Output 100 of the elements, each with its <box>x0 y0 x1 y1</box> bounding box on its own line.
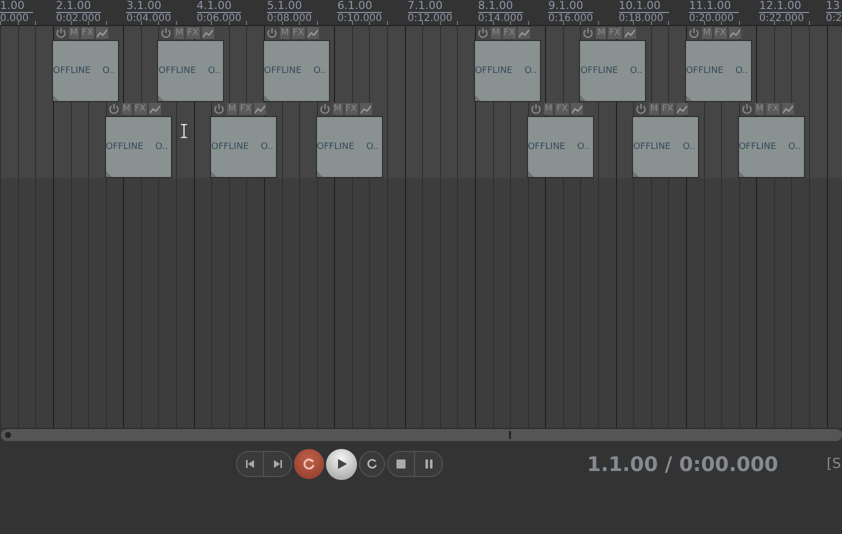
time-label: 0:2 <box>826 13 842 25</box>
envelope-icon[interactable] <box>782 103 794 115</box>
item-name: O.. <box>155 142 168 152</box>
media-item[interactable]: OFFLINE O.. <box>262 40 330 102</box>
item-status: OFFLINE <box>316 142 354 152</box>
envelope-icon[interactable] <box>360 103 372 115</box>
envelope-icon[interactable] <box>570 103 583 115</box>
time-label: 0:18.000 <box>618 13 664 25</box>
fade-handle-icon[interactable] <box>211 171 218 177</box>
stop-button[interactable] <box>388 452 415 476</box>
time-label: 0:16.000 <box>548 13 594 25</box>
media-item[interactable]: OFFLINE O.. <box>738 116 805 178</box>
media-item[interactable]: OFFLINE O.. <box>157 40 224 102</box>
power-icon[interactable] <box>266 27 278 39</box>
status-text: [S <box>826 456 842 472</box>
fade-handle-icon[interactable] <box>633 171 640 177</box>
time-label: 0:20.000 <box>688 13 735 25</box>
item-status: OFFLINE <box>738 142 776 152</box>
time-label: 0:12.000 <box>408 13 452 25</box>
bar-label: 10.1.00 <box>618 0 669 13</box>
time-label: 0:02.000 <box>56 13 101 25</box>
item-status: OFFLINE <box>686 66 724 76</box>
go-to-end-button[interactable] <box>264 452 291 476</box>
power-icon[interactable] <box>318 103 331 115</box>
envelope-icon[interactable] <box>729 27 742 39</box>
item-status: OFFLINE <box>53 66 91 76</box>
power-icon[interactable] <box>108 103 120 115</box>
power-icon[interactable] <box>740 103 753 115</box>
item-name: O.. <box>314 66 326 76</box>
fade-handle-icon[interactable] <box>528 171 534 177</box>
envelope-icon[interactable] <box>676 103 688 115</box>
envelope-icon[interactable] <box>307 27 320 39</box>
pause-button[interactable] <box>415 452 442 476</box>
go-to-start-button[interactable] <box>237 452 264 476</box>
media-item[interactable]: OFFLINE O.. <box>104 116 172 178</box>
power-icon[interactable] <box>55 27 67 39</box>
bar-label: 6.1.00 <box>337 0 382 13</box>
envelope-icon[interactable] <box>148 103 161 115</box>
power-icon[interactable] <box>582 27 594 39</box>
time-label: 0:14.000 <box>478 13 523 25</box>
item-status: OFFLINE <box>474 66 512 76</box>
media-item[interactable]: OFFLINE O.. <box>474 40 541 102</box>
item-name: O.. <box>682 142 696 152</box>
envelope-icon[interactable] <box>518 27 530 39</box>
envelope-icon[interactable] <box>202 27 214 39</box>
horizontal-scrollbar[interactable] <box>1 428 842 441</box>
envelope-icon[interactable] <box>624 27 636 39</box>
power-icon[interactable] <box>688 27 700 39</box>
time-label: 0:04.000 <box>126 13 172 25</box>
bar-label: 1.00 <box>0 0 32 13</box>
bar-label: 5.1.00 <box>266 0 312 13</box>
fade-handle-icon[interactable] <box>316 171 323 177</box>
item-status: OFFLINE <box>633 142 671 152</box>
skip-back-icon <box>245 459 255 469</box>
item-status: OFFLINE <box>211 142 249 152</box>
item-status: OFFLINE <box>580 66 618 76</box>
power-icon[interactable] <box>530 103 542 115</box>
time-label: 0:08.000 <box>266 13 312 25</box>
time-label: 0.000 <box>0 13 30 25</box>
item-status: OFFLINE <box>264 66 302 76</box>
item-status: OFFLINE <box>528 142 566 152</box>
envelope-icon[interactable] <box>96 27 108 39</box>
media-item[interactable]: OFFLINE O.. <box>210 116 278 178</box>
pause-icon <box>424 459 434 469</box>
media-item[interactable]: OFFLINE O.. <box>52 40 119 102</box>
item-name: O.. <box>630 66 642 76</box>
time-label: 0:22.000 <box>759 13 806 25</box>
bar-label: 2.1.00 <box>56 0 101 13</box>
item-status: OFFLINE <box>106 142 144 152</box>
power-icon[interactable] <box>635 103 648 115</box>
power-icon[interactable] <box>476 27 489 39</box>
record-button[interactable] <box>294 449 324 479</box>
timeline-ruler[interactable]: 1.00 0.000 2.1.00 0:02.000 3.1.00 0:04.000 4.1.00 0:06.000 5.1.00 0:08.000 6.1.00 0:10.000 7.1.00 0:12.000 8.1.00 0:14.000 9.1.00 0:16.000 10.1.00 0:18.000 11.1.00 0:20.000 12.1.00 0:22.000 13 0:2 <box>0 0 842 26</box>
item-name: O.. <box>366 142 379 152</box>
item-name: O.. <box>577 142 590 152</box>
envelope-icon[interactable] <box>254 103 266 115</box>
bar-label: 7.1.00 <box>408 0 452 13</box>
play-button[interactable] <box>326 448 357 480</box>
bar-label: 9.1.00 <box>548 0 594 13</box>
media-item[interactable]: OFFLINE O.. <box>684 40 752 102</box>
bar-label: 12.1.00 <box>759 0 810 13</box>
power-icon[interactable] <box>160 27 172 39</box>
time-label: 0:10.000 <box>337 13 382 25</box>
media-item[interactable]: OFFLINE O.. <box>579 40 646 102</box>
item-name: O.. <box>524 66 537 76</box>
fade-handle-icon[interactable] <box>106 171 112 177</box>
media-item[interactable]: OFFLINE O.. <box>632 116 700 178</box>
bar-label: 11.1.00 <box>688 0 739 13</box>
bar-label: 13 <box>826 0 842 13</box>
item-name: O.. <box>788 142 801 152</box>
text-cursor-icon <box>181 124 187 138</box>
repeat-button[interactable] <box>359 451 385 477</box>
power-icon[interactable] <box>213 103 226 115</box>
item-name: O.. <box>736 66 748 76</box>
bar-label: 3.1.00 <box>126 0 172 13</box>
time-label: 0:06.000 <box>196 13 242 25</box>
media-item[interactable]: OFFLINE O.. <box>526 116 594 178</box>
fade-handle-icon[interactable] <box>738 171 745 177</box>
media-item[interactable]: OFFLINE O.. <box>316 116 383 178</box>
skip-forward-icon <box>272 459 282 469</box>
